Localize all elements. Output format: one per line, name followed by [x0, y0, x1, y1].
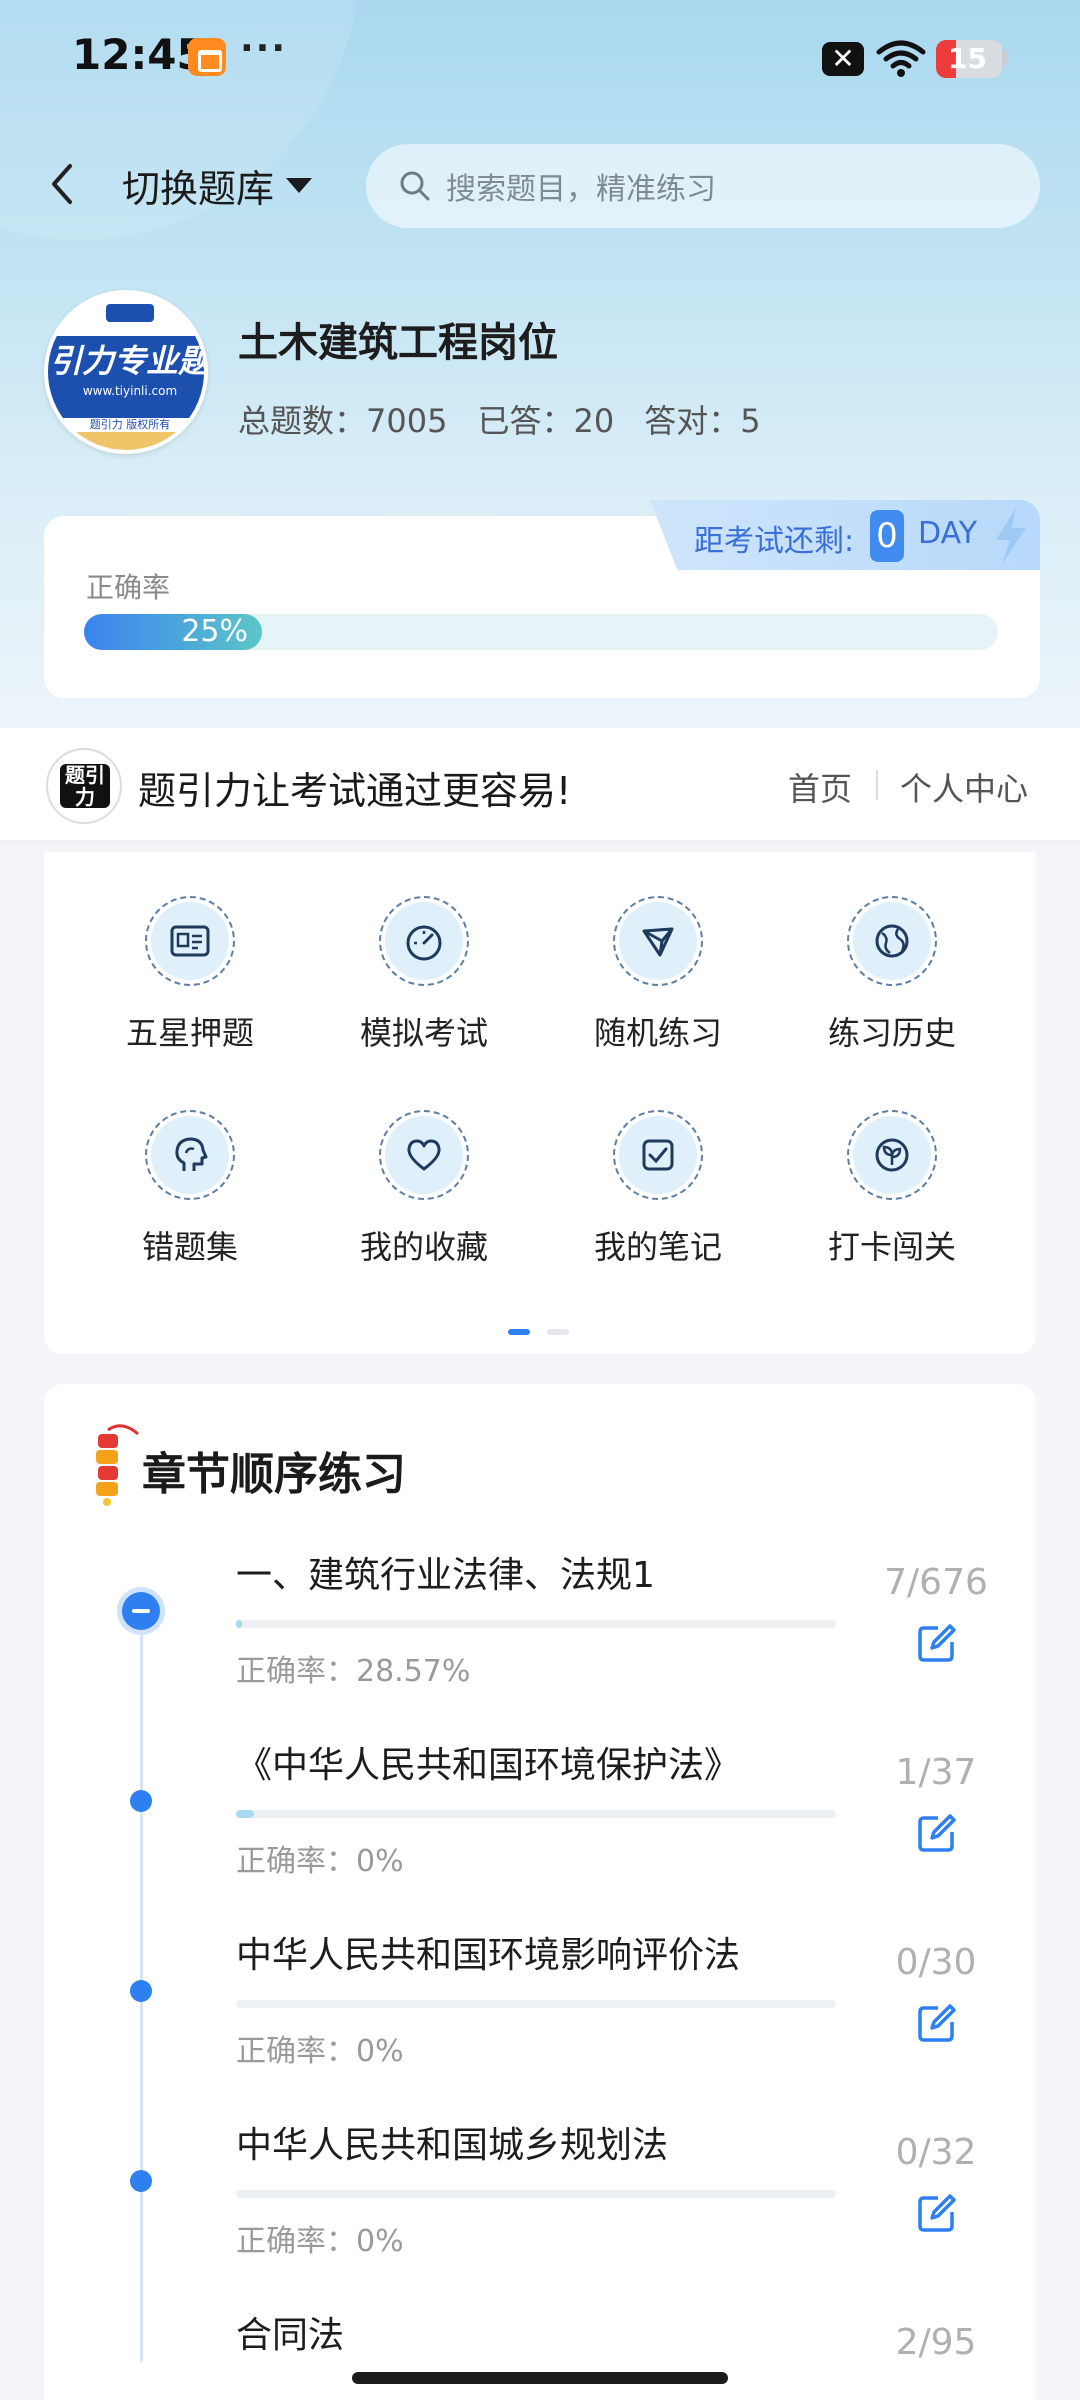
chapter-item[interactable]: 中华人民共和国环境影响评价法 正确率：0% 0/30 [236, 1926, 996, 2069]
feature-label: 打卡闯关 [827, 1228, 956, 1266]
feature-label: 练习历史 [827, 1014, 956, 1052]
chapter-accuracy: 正确率：0% [236, 1844, 404, 1879]
page-dot-active [508, 1329, 530, 1335]
countdown-days: 0 [870, 510, 904, 562]
feature-wrong-questions[interactable]: 错题集 [90, 1110, 290, 1268]
feature-label: 我的收藏 [359, 1228, 488, 1266]
feature-label: 我的笔记 [593, 1228, 722, 1266]
chapter-progress-track [236, 2190, 836, 2198]
speedometer-icon [406, 925, 442, 961]
logo-text: 引力专业题 [49, 342, 208, 380]
page-dot [547, 1329, 570, 1335]
feature-favorites[interactable]: 我的收藏 [324, 1110, 524, 1268]
chapter-card [44, 1384, 1036, 2400]
switch-bank-button[interactable]: 切换题库 [122, 158, 313, 213]
timeline-dot [130, 2170, 152, 2192]
battery-tip [1002, 50, 1007, 66]
chapter-section-title: 章节顺序练习 [142, 1449, 406, 1500]
chapter-accuracy: 正确率：28.57% [236, 1654, 471, 1689]
edit-icon[interactable] [916, 1812, 958, 1854]
exam-countdown-banner: 距考试还剩: 0 DAY [650, 500, 1040, 570]
edit-icon[interactable] [916, 2002, 958, 2044]
countdown-unit: DAY [918, 516, 978, 551]
feature-label: 随机练习 [593, 1014, 722, 1052]
collapse-minus-icon[interactable] [122, 1592, 160, 1630]
chapter-accuracy: 正确率：0% [236, 2224, 404, 2259]
chapter-count: 0/32 [895, 2132, 977, 2173]
total-count: 总题数：7005 [238, 402, 448, 440]
network-icon [642, 927, 674, 957]
answered-count: 已答：20 [477, 402, 615, 440]
accuracy-bar: 25% [84, 614, 262, 650]
search-input[interactable]: 搜索题目，精准练习 [366, 144, 1040, 228]
chapter-item[interactable]: 合同法 2/95 [236, 2306, 996, 2363]
nav-home-link[interactable]: 首页 [788, 764, 852, 810]
search-icon [400, 171, 430, 201]
sprout-icon [875, 1138, 909, 1172]
checklist-icon [642, 1139, 674, 1171]
chapter-accuracy: 正确率：0% [236, 2034, 404, 2069]
back-arrow-icon[interactable] [42, 158, 82, 210]
feature-label: 模拟考试 [359, 1014, 488, 1052]
heart-icon [407, 1139, 441, 1171]
head-icon [175, 1137, 208, 1171]
chapter-progress-track [236, 1810, 836, 1818]
chapter-count: 7/676 [884, 1562, 988, 1603]
globe-icon [875, 924, 909, 958]
more-notifications-icon: ··· [240, 28, 288, 69]
feature-checkin[interactable]: 打卡闯关 [792, 1110, 992, 1268]
slogan-text: 题引力让考试通过更容易! [138, 769, 572, 813]
lightning-icon [996, 508, 1026, 564]
nav-divider [876, 770, 878, 800]
chapter-progress-track [236, 1620, 836, 1628]
chapter-item[interactable]: 中华人民共和国城乡规划法 正确率：0% 0/32 [236, 2116, 996, 2259]
id-card-icon [170, 925, 210, 957]
bank-stats: 总题数：7005 已答：20 答对：5 [238, 396, 761, 442]
feature-five-star[interactable]: 五星押题 [90, 896, 290, 1054]
search-placeholder: 搜索题目，精准练习 [446, 172, 716, 207]
battery-level: 15 [948, 42, 987, 75]
feature-label: 错题集 [141, 1228, 238, 1266]
battery-icon: 15 [936, 40, 1002, 78]
feature-random-practice[interactable]: 随机练习 [558, 896, 758, 1054]
feature-notes[interactable]: 我的笔记 [558, 1110, 758, 1268]
countdown-label: 距考试还剩: [694, 524, 855, 559]
chapter-progress-bar [236, 1620, 242, 1628]
caret-down-icon [286, 178, 313, 193]
brand-logo: 题引力 [46, 748, 122, 824]
page-indicator [508, 1320, 581, 1339]
nav-profile-link[interactable]: 个人中心 [900, 764, 1028, 810]
brand-logo-text: 题引力 [60, 764, 110, 808]
wifi-icon [876, 40, 926, 77]
accuracy-label: 正确率 [86, 571, 171, 604]
logo-mark [106, 304, 154, 322]
feature-practice-history[interactable]: 练习历史 [792, 896, 992, 1054]
chapter-count: 1/37 [895, 1752, 977, 1793]
x-icon: ✕ [822, 42, 864, 76]
feature-mock-exam[interactable]: 模拟考试 [324, 896, 524, 1054]
switch-bank-label: 切换题库 [122, 167, 275, 211]
shopping-app-icon [188, 38, 226, 76]
home-indicator[interactable] [352, 2372, 728, 2384]
slogan-bar: 题引力 题引力让考试通过更容易! 首页 个人中心 [0, 728, 1080, 840]
timeline-dot [130, 1790, 152, 1812]
logo-rights: 题引力 版权所有 [89, 418, 171, 431]
chapter-progress-track [236, 2000, 836, 2008]
chapter-count: 0/30 [895, 1942, 977, 1983]
logo-url: www.tiyinli.com [82, 384, 178, 398]
correct-count: 答对：5 [644, 402, 761, 440]
question-bank-logo: 引力专业题 www.tiyinli.com 题引力 版权所有 [44, 290, 208, 454]
status-time: 12:45 [72, 30, 206, 79]
chapter-count: 2/95 [895, 2322, 977, 2363]
chapter-item[interactable]: 《中华人民共和国环境保护法》 正确率：0% 1/37 [236, 1736, 996, 1879]
feature-label: 五星押题 [125, 1014, 254, 1052]
edit-icon[interactable] [916, 1622, 958, 1664]
chapter-item[interactable]: 一、建筑行业法律、法规1 正确率：28.57% 7/676 [236, 1546, 996, 1689]
edit-icon[interactable] [916, 2192, 958, 2234]
chapter-progress-bar [236, 1810, 254, 1818]
bank-title: 土木建筑工程岗位 [238, 320, 558, 366]
timeline-dot [130, 1980, 152, 2002]
